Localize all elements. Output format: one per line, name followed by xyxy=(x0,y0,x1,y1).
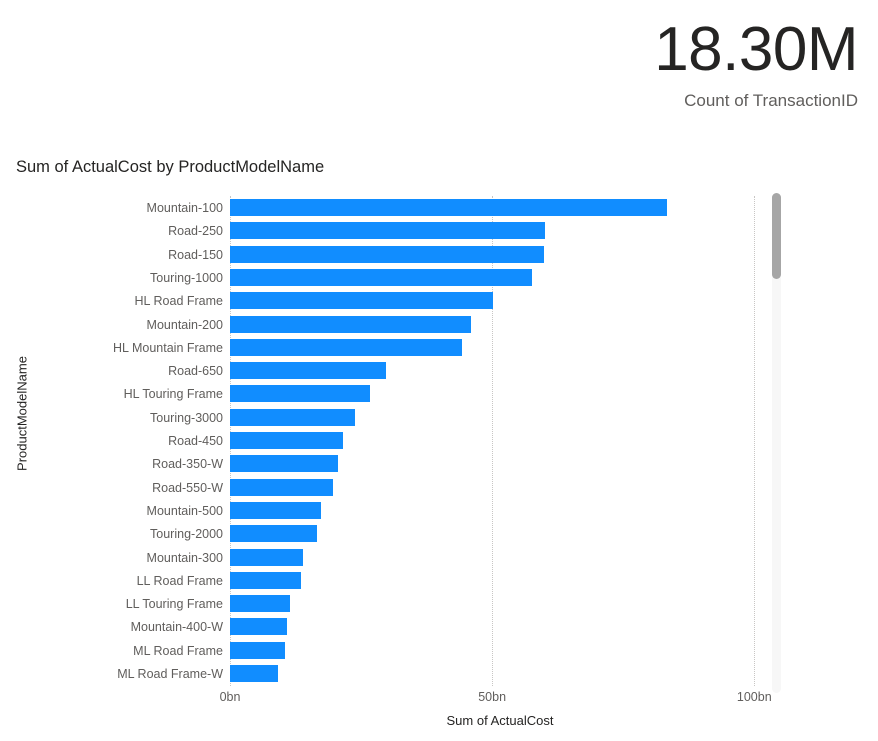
y-axis-title: ProductModelName xyxy=(14,356,30,471)
chart-scrollbar-thumb[interactable] xyxy=(772,193,781,279)
category-axis-label[interactable]: Touring-1000 xyxy=(30,270,223,287)
category-axis-label[interactable]: ML Road Frame xyxy=(30,643,223,660)
category-axis-label[interactable]: Road-250 xyxy=(30,223,223,240)
bar[interactable] xyxy=(230,268,532,286)
category-axis-label[interactable]: LL Road Frame xyxy=(30,573,223,590)
category-axis-label[interactable]: Mountain-300 xyxy=(30,550,223,567)
kpi-label: Count of TransactionID xyxy=(684,91,858,110)
bar[interactable] xyxy=(230,408,355,426)
bar[interactable] xyxy=(230,385,370,403)
category-axis-label[interactable]: Road-650 xyxy=(30,363,223,380)
chart-plot-wrapper: ProductModelName Mountain-100 Road-250 Roa… xyxy=(0,191,878,741)
bar[interactable] xyxy=(230,362,387,380)
bar[interactable] xyxy=(230,315,472,333)
bar[interactable] xyxy=(230,595,290,613)
chart-vertical-scrollbar[interactable] xyxy=(772,193,781,693)
gridline xyxy=(754,196,756,686)
category-axis-label[interactable]: ML Road Frame-W xyxy=(30,666,223,683)
bar[interactable] xyxy=(230,199,668,216)
category-axis-label[interactable]: HL Touring Frame xyxy=(30,386,223,403)
category-axis-label[interactable]: Touring-3000 xyxy=(30,410,223,427)
value-axis-tick-label: 50bn xyxy=(478,690,507,704)
category-axis-label[interactable]: Mountain-100 xyxy=(30,200,223,217)
category-axis-label[interactable]: Touring-2000 xyxy=(30,526,223,543)
category-axis-label[interactable]: HL Road Frame xyxy=(30,293,223,310)
bar[interactable] xyxy=(230,478,333,496)
bar-chart-visual[interactable]: Sum of ActualCost by ProductModelName Pr… xyxy=(0,145,878,741)
category-axis-label[interactable]: Road-550-W xyxy=(30,480,223,497)
bar[interactable] xyxy=(230,525,318,543)
category-axis-label[interactable]: Mountain-500 xyxy=(30,503,223,520)
kpi-value: 18.30M xyxy=(654,15,858,84)
bar[interactable] xyxy=(230,222,546,240)
category-axis-label[interactable]: Road-450 xyxy=(30,433,223,450)
value-axis-tick-label: 100bn xyxy=(736,690,772,704)
bar[interactable] xyxy=(230,245,545,263)
bar[interactable] xyxy=(230,292,493,310)
kpi-card[interactable]: 18.30M Count of TransactionID xyxy=(458,0,878,130)
plot-area xyxy=(230,196,770,686)
category-axis: Mountain-100 Road-250 Road-150 Touring-1000… xyxy=(30,196,223,686)
category-axis-label[interactable]: Mountain-400-W xyxy=(30,619,223,636)
bar[interactable] xyxy=(230,571,301,589)
bar[interactable] xyxy=(230,618,288,636)
bar[interactable] xyxy=(230,641,286,659)
bar[interactable] xyxy=(230,338,463,356)
bar[interactable] xyxy=(230,501,322,519)
chart-title: Sum of ActualCost by ProductModelName xyxy=(16,158,325,176)
bar[interactable] xyxy=(230,548,303,566)
bar[interactable] xyxy=(230,455,338,473)
value-axis: 0bn 50bn 100bn xyxy=(220,688,772,710)
value-axis-tick-label: 0bn xyxy=(219,690,241,704)
category-axis-label[interactable]: HL Mountain Frame xyxy=(30,340,223,357)
category-axis-label[interactable]: Road-150 xyxy=(30,247,223,264)
bar[interactable] xyxy=(230,432,344,449)
category-axis-label[interactable]: Road-350-W xyxy=(30,456,223,473)
category-axis-label[interactable]: LL Touring Frame xyxy=(30,596,223,613)
category-axis-label[interactable]: Mountain-200 xyxy=(30,317,223,334)
x-axis-title: Sum of ActualCost xyxy=(446,713,554,728)
bar[interactable] xyxy=(230,665,279,682)
